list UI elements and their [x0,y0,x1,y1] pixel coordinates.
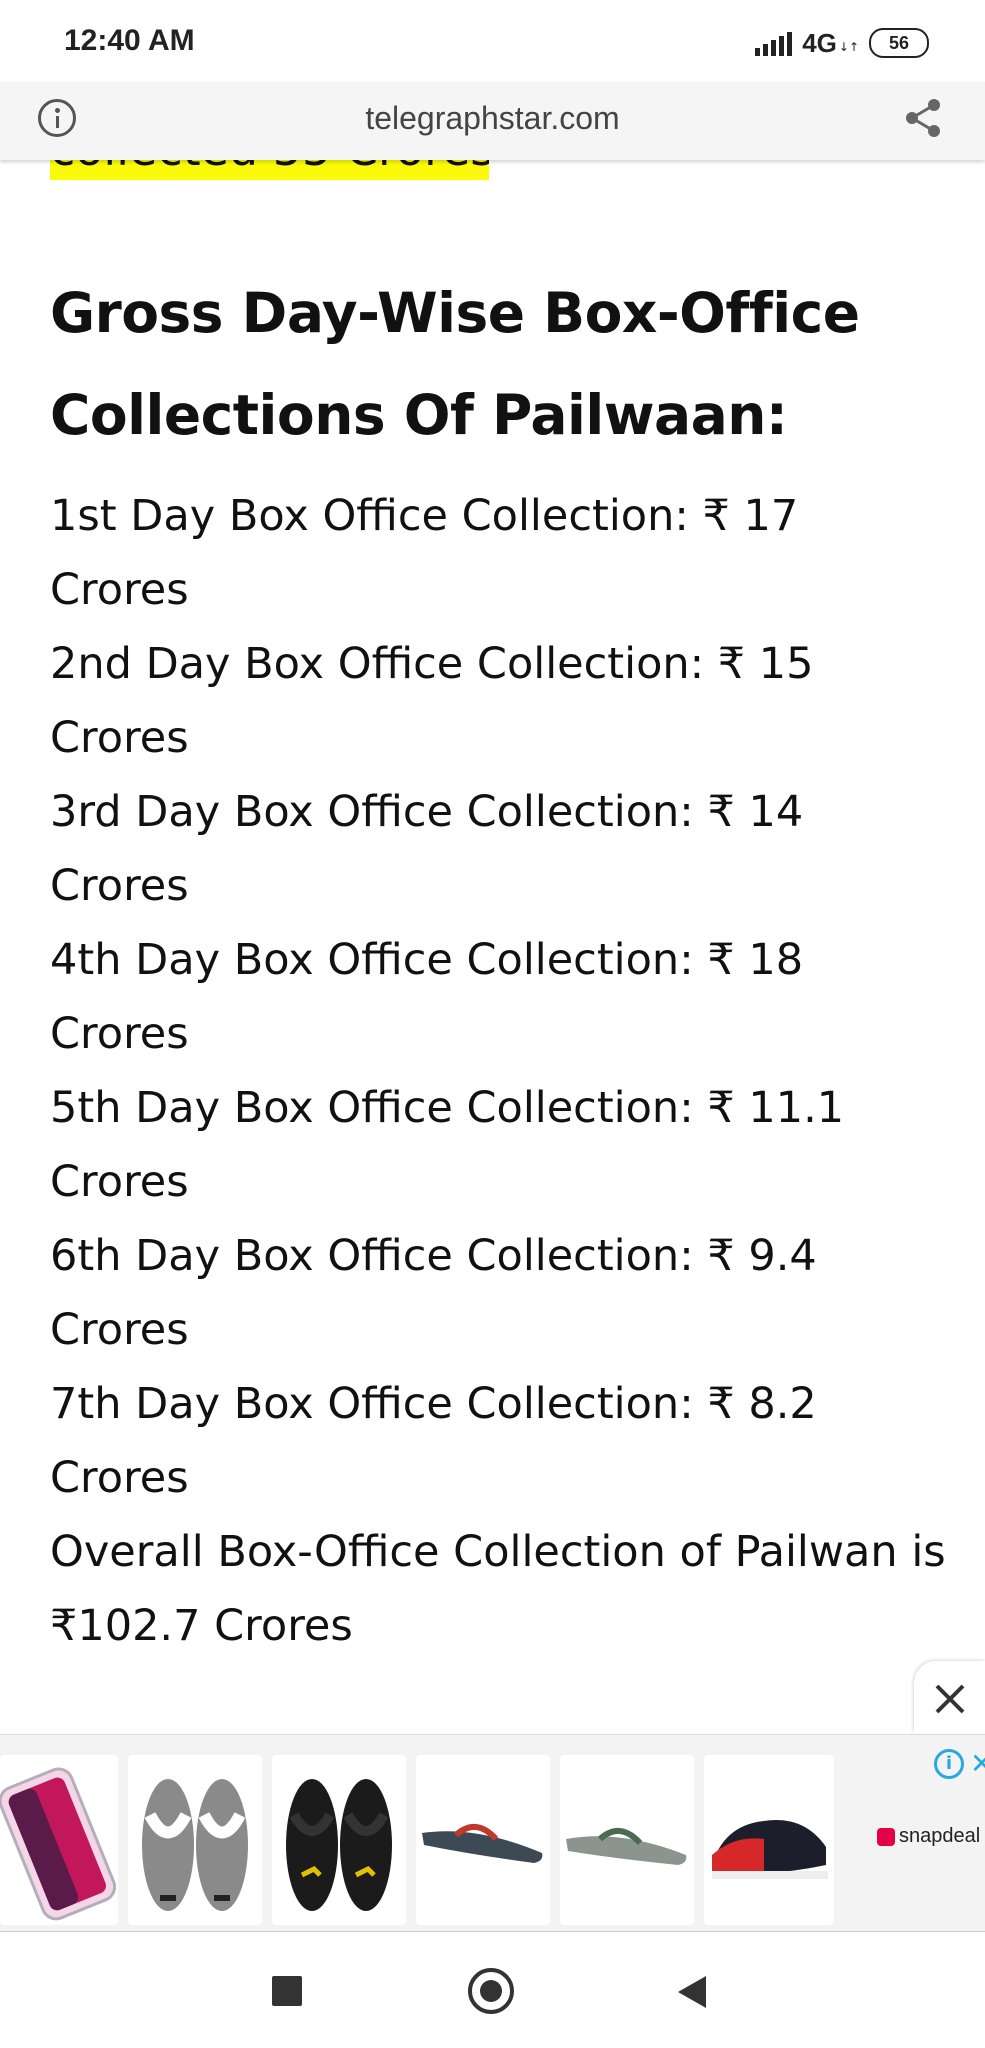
close-icon[interactable] [934,1683,966,1715]
ad-close-button[interactable] [914,1661,985,1733]
network-type: 4G [802,27,837,58]
snapdeal-logo[interactable]: snapdeal [877,1825,980,1848]
adidas-flip-flops-image [142,1779,248,1911]
browser-url-bar[interactable]: telegraphstar.com [0,82,985,160]
ad-product-flip-flop-grey[interactable] [416,1755,550,1925]
ad-info-icon[interactable]: i [934,1749,964,1779]
snapdeal-brand: snapdeal [899,1825,981,1847]
ad-product-puma-flip-flops[interactable] [272,1755,406,1925]
ad-product-phone-case[interactable] [0,1755,118,1925]
network-activity-icon: ↓↑ [838,40,859,54]
collection-day-5: 5th Day Box Office Collection: ₹ 11.1 Cr… [50,1083,845,1207]
collection-day-2: 2nd Day Box Office Collection: ₹ 15 Cror… [50,639,814,763]
status-bar: 12:40 AM 4G ↓↑ 56 [0,0,985,82]
ad-product-red-running-shoe[interactable] [704,1755,834,1925]
ad-dismiss-icon[interactable]: ✕ [970,1747,985,1780]
url-text[interactable]: telegraphstar.com [0,100,985,137]
ad-product-adidas-flip-flops[interactable] [128,1755,262,1925]
puma-flip-flops-image [286,1779,392,1911]
running-shoe-image [712,1820,828,1879]
collection-day-1: 1st Day Box Office Collection: ₹ 17 Cror… [50,491,799,615]
ad-product-flip-flop-green[interactable] [560,1755,694,1925]
battery-level: 56 [888,32,910,53]
signal-icon [755,30,793,56]
flip-flop-grey-image [422,1824,543,1863]
home-icon[interactable] [468,1968,514,2014]
collection-day-6: 6th Day Box Office Collection: ₹ 9.4 Cro… [50,1231,817,1355]
battery-icon: 56 [869,28,929,58]
recent-apps-icon[interactable] [272,1976,302,2006]
status-indicators: 4G ↓↑ 56 [755,26,929,60]
collection-day-3: 3rd Day Box Office Collection: ₹ 14 Cror… [50,787,804,911]
collection-day-7: 7th Day Box Office Collection: ₹ 8.2 Cro… [50,1379,817,1503]
article-heading: Gross Day-Wise Box-Office Collections Of… [50,281,860,447]
system-nav-bar [0,1932,985,2048]
overall-collection: Overall Box-Office Collection of Pailwan… [50,1527,946,1651]
status-time: 12:40 AM [64,24,195,57]
share-icon[interactable] [902,96,946,140]
ad-banner[interactable]: i ✕ snapdeal [0,1734,985,1933]
collections-list: 1st Day Box Office Collection: ₹ 17 Cror… [50,479,950,1515]
flip-flop-green-image [566,1828,687,1865]
phone-case-image [0,1767,117,1921]
snapdeal-logo-mark [877,1827,895,1846]
back-icon[interactable] [678,1976,706,2008]
collection-day-4: 4th Day Box Office Collection: ₹ 18 Cror… [50,935,804,1059]
